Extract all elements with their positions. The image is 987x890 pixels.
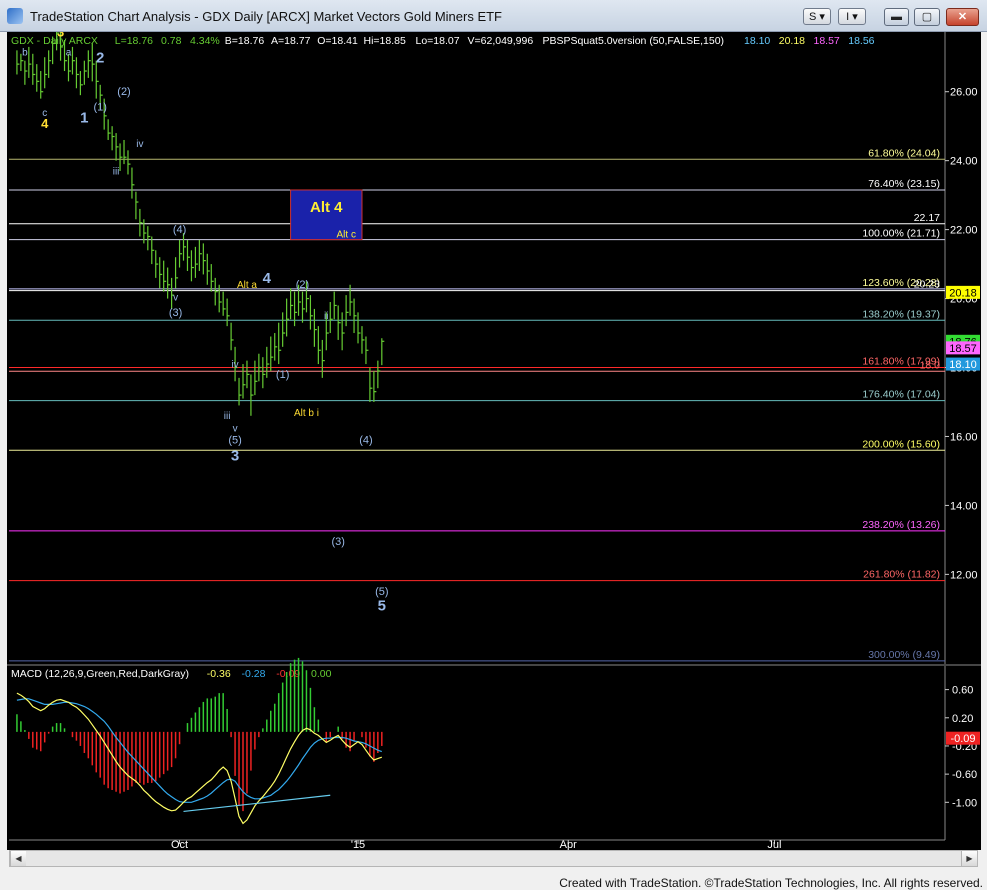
x-tick-label-2: Apr (560, 839, 577, 850)
price-tick-label-6: 14.00 (950, 500, 978, 512)
price-status-item-11: 18.10 (744, 35, 770, 47)
x-tick-label-0: Oct (171, 839, 188, 850)
wave-label-19: (1) (276, 369, 289, 381)
price-status-item-12: 20.18 (779, 35, 805, 47)
wave-label-8: (2) (117, 86, 130, 98)
scroll-right-button[interactable]: ▶ (961, 851, 977, 866)
price-status-item-3: 4.34% (190, 35, 220, 47)
close-button[interactable]: ✕ (946, 8, 979, 26)
chart-background (7, 32, 981, 850)
price-status-item-8: Lo=18.07 (416, 35, 460, 47)
strategy-menu-button[interactable]: S ▾ (803, 8, 831, 25)
price-tick-label-0: 26.00 (950, 87, 978, 99)
price-tick-label-5: 16.00 (950, 431, 978, 443)
macd-status-item-4: 0.00 (311, 668, 332, 680)
macd-status-item-2: -0.28 (242, 668, 266, 680)
macd-status-item-0: MACD (12,26,9,Green,Red,DarkGray) (11, 668, 189, 680)
arrow-right-icon: ▶ (966, 854, 973, 863)
macd-tick-label-3: -0.60 (952, 769, 977, 781)
wave-label-15: 4 (263, 270, 272, 287)
price-tick-label-2: 22.00 (950, 225, 978, 237)
tradestation-app-icon (7, 8, 23, 24)
wave-label-28: 5 (378, 598, 386, 615)
wave-label-24: 3 (231, 448, 239, 465)
wave-label-10: iv (136, 139, 143, 150)
alt-4-box-subtitle: Alt c (337, 230, 356, 241)
fib-level-label-10: 200.00% (15.60) (862, 438, 940, 450)
price-badge-label-0: 20.18 (949, 287, 977, 299)
fib-level-label-12: 261.80% (11.82) (863, 569, 940, 581)
wave-label-7: 2 (96, 49, 104, 66)
horizontal-scrollbar[interactable]: ◀ ▶ (9, 850, 978, 867)
wave-label-3: 3 (57, 32, 64, 40)
fib-level-label-11: 238.20% (13.26) (862, 519, 940, 531)
price-tick-label-7: 12.00 (950, 569, 978, 581)
copyright-footer: Created with TradeStation. ©TradeStation… (559, 876, 983, 890)
fib-level-label-1: 76.40% (23.15) (868, 178, 940, 190)
close-icon: ✕ (957, 11, 968, 23)
price-status-item-6: O=18.41 (317, 35, 358, 47)
price-status-item-9: V=62,049,996 (468, 35, 534, 47)
price-status-item-1: L=18.76 (115, 35, 153, 47)
macd-status-item-1: -0.36 (207, 668, 231, 680)
macd-value-badge-label: -0.09 (950, 733, 975, 745)
wave-label-23: (5) (228, 434, 241, 446)
fib-level-label-6: 138.20% (19.37) (862, 308, 940, 320)
wave-label-18: iv (231, 360, 238, 371)
price-status-item-4: B=18.76 (225, 35, 265, 47)
macd-tick-label-1: 0.20 (952, 713, 973, 725)
arrow-left-icon: ◀ (15, 854, 22, 863)
fib-level-label-0: 61.80% (24.04) (868, 147, 940, 159)
price-badge-label-2: 18.57 (949, 343, 977, 355)
fib-level-label-8: 18.0 (920, 359, 941, 371)
price-status-item-7: Hi=18.85 (364, 35, 406, 47)
price-badge-label-3: 18.10 (949, 359, 977, 371)
wave-label-26: (3) (331, 536, 344, 548)
wave-label-11: (4) (173, 224, 186, 236)
maximize-button[interactable]: ▢ (914, 8, 940, 26)
minimize-icon: ▬ (891, 11, 902, 23)
wave-label-17: ii (324, 311, 328, 322)
macd-tick-label-0: 0.60 (952, 685, 973, 697)
macd-status-item-3: -0.09 (276, 668, 300, 680)
wave-label-2: 4 (41, 116, 49, 131)
wave-label-14: Alt a (237, 280, 257, 291)
fib-level-label-13: 300.00% (9.49) (868, 649, 940, 661)
indicator-menu-button[interactable]: I ▾ (838, 8, 866, 25)
fib-level-label-2: 22.17 (914, 212, 940, 224)
window-title: TradeStation Chart Analysis - GDX Daily … (30, 9, 502, 24)
fib-level-label-9: 176.40% (17.04) (862, 389, 940, 401)
price-status-item-2: 0.78 (161, 35, 182, 47)
wave-label-4: a (66, 48, 72, 59)
price-status-item-0: GDX - Daily ARCX (11, 35, 98, 47)
fib-level-label-5: 20.23 (914, 279, 940, 291)
wave-label-9: iii (113, 166, 120, 177)
wave-label-20: Alt b i (294, 408, 319, 419)
wave-label-27: (5) (375, 586, 388, 598)
minimize-button[interactable]: ▬ (884, 8, 909, 26)
price-status-item-14: 18.56 (848, 35, 874, 47)
scroll-left-button[interactable]: ◀ (10, 851, 26, 866)
wave-label-21: iii (224, 411, 231, 422)
maximize-icon: ▢ (921, 11, 933, 23)
fib-level-label-3: 100.00% (21.71) (862, 228, 940, 240)
price-tick-label-1: 24.00 (950, 156, 978, 168)
wave-label-25: (4) (359, 434, 372, 446)
wave-label-12: v (173, 292, 178, 303)
title-bar: TradeStation Chart Analysis - GDX Daily … (0, 0, 987, 32)
wave-label-5: 1 (80, 110, 88, 127)
wave-label-16: (2) (296, 279, 309, 291)
chart-area[interactable]: GDX - Daily ARCX L=18.76 0.78 4.34% B=18.76 A… (0, 32, 987, 850)
price-status-item-13: 18.57 (814, 35, 840, 47)
wave-label-0: b (22, 48, 28, 59)
price-status-item-5: A=18.77 (271, 35, 311, 47)
wave-label-6: (1) (93, 102, 106, 114)
x-tick-label-1: '15 (351, 839, 365, 850)
wave-label-13: (3) (169, 307, 182, 319)
price-status-item-10: PBSPSquat5.0version (50,FALSE,150) (543, 35, 725, 47)
macd-tick-label-4: -1.00 (952, 797, 977, 809)
x-tick-label-3: Jul (767, 839, 781, 850)
wave-label-22: v (233, 423, 238, 434)
alt-4-box-title: Alt 4 (310, 199, 343, 216)
